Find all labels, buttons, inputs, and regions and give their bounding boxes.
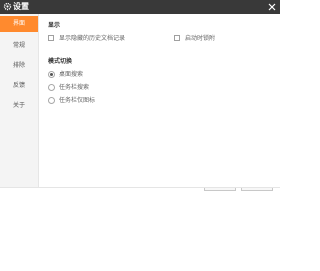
radio-button[interactable] [48, 97, 55, 104]
display-section-title: 显示 [48, 22, 61, 29]
radio-button[interactable] [48, 84, 55, 91]
radio-label: 任务栏搜索 [59, 84, 90, 91]
footer-button-left[interactable] [204, 188, 236, 191]
close-icon[interactable] [266, 1, 278, 13]
sidebar-item-label: 反馈 [13, 82, 26, 89]
checkbox-box[interactable] [48, 35, 54, 41]
checkbox-label: 启动时锁附 [185, 35, 216, 42]
radio-label: 桌面搜索 [59, 71, 84, 78]
sidebar-item-about[interactable]: 关于 [0, 98, 38, 114]
sidebar-item-interface[interactable]: 界面 [0, 16, 38, 32]
settings-window: 设置 界面 常规 排除 反馈 关于 显示 显示隐藏的历史文档记录 启动时锁附 模… [0, 0, 280, 271]
sidebar-item-exclude[interactable]: 排除 [0, 58, 38, 74]
window-title: 设置 [13, 2, 29, 11]
taskbar-icon-only-radio[interactable]: 任务栏仅图标 [48, 96, 128, 105]
checkbox-label: 显示隐藏的历史文档记录 [59, 35, 126, 42]
footer-button-right[interactable] [241, 188, 273, 191]
sidebar-item-label: 常规 [13, 42, 26, 49]
startup-lock-checkbox[interactable]: 启动时锁附 [174, 34, 244, 43]
radio-label: 任务栏仅图标 [59, 97, 96, 104]
mode-section-title: 模式切换 [48, 58, 73, 65]
dialog-footer [0, 187, 280, 271]
sidebar-item-general[interactable]: 常规 [0, 38, 38, 54]
sidebar-item-label: 排除 [13, 62, 26, 69]
radio-button[interactable] [48, 71, 55, 78]
title-bar[interactable]: 设置 [0, 0, 280, 14]
sidebar: 界面 常规 排除 反馈 关于 [0, 14, 39, 187]
desktop-search-radio[interactable]: 桌面搜索 [48, 70, 128, 79]
taskbar-search-radio[interactable]: 任务栏搜索 [48, 83, 128, 92]
checkbox-box[interactable] [174, 35, 180, 41]
sidebar-item-label: 关于 [13, 102, 26, 109]
sidebar-item-label: 界面 [13, 20, 26, 27]
gear-icon [3, 2, 12, 11]
sidebar-item-feedback[interactable]: 反馈 [0, 78, 38, 94]
show-hidden-history-checkbox[interactable]: 显示隐藏的历史文档记录 [48, 34, 158, 43]
settings-content: 显示 显示隐藏的历史文档记录 启动时锁附 模式切换 桌面搜索 任务栏搜索 任务栏… [40, 14, 280, 187]
